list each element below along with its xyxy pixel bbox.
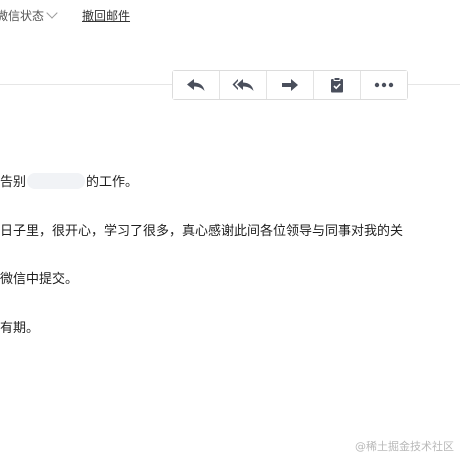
mail-body-line: 微信中提交。: [0, 272, 79, 287]
reply-all-icon: [232, 79, 254, 91]
body-text: 告别: [0, 175, 27, 190]
redacted-name: [27, 173, 86, 189]
mail-topbar: 微信状态 撤回邮件: [0, 0, 460, 30]
body-text: 的工作。: [86, 175, 139, 190]
clipboard-icon: [331, 77, 343, 93]
mail-body-line: 告别 的工作。: [0, 171, 138, 190]
save-to-notes-button[interactable]: [314, 71, 361, 99]
forward-icon: [282, 79, 298, 91]
more-icon: [374, 82, 394, 88]
mail-body-line: 有期。: [0, 321, 40, 336]
mail-view: 微信状态 撤回邮件 告别 的工作。 日子里，很开心，学习了很多，真心感谢此间各位…: [0, 0, 460, 460]
reply-button[interactable]: [173, 71, 220, 99]
reply-icon: [187, 79, 205, 91]
reply-all-button[interactable]: [220, 71, 267, 99]
more-actions-button[interactable]: [361, 71, 407, 99]
recall-mail-link[interactable]: 撤回邮件: [82, 7, 130, 24]
mail-action-toolbar: [172, 70, 408, 100]
watermark: @稀土掘金技术社区: [355, 440, 454, 453]
forward-button[interactable]: [267, 71, 314, 99]
chevron-down-icon[interactable]: [46, 7, 58, 19]
mail-body-line: 日子里，很开心，学习了很多，真心感谢此间各位领导与同事对我的关: [0, 224, 404, 239]
wechat-status-dropdown[interactable]: 微信状态: [0, 7, 44, 24]
